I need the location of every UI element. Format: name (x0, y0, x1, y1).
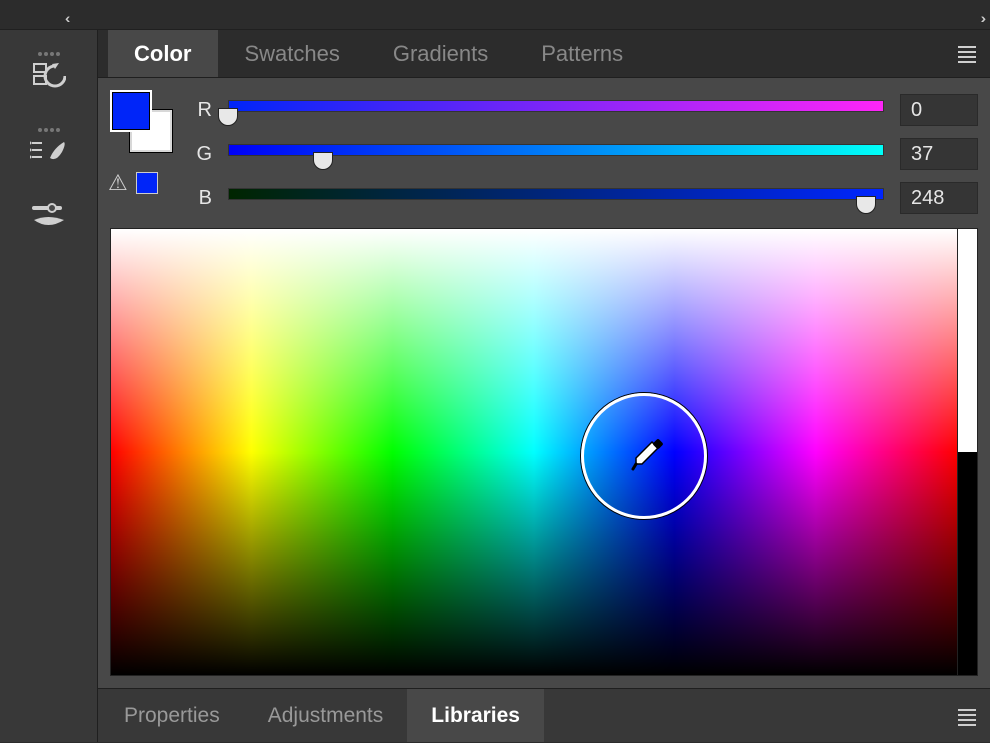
tab-patterns[interactable]: Patterns (515, 30, 650, 77)
channel-b-slider[interactable] (228, 188, 884, 208)
fg-bg-swatches: ⚠ (110, 90, 178, 202)
brightness-strip[interactable] (958, 228, 978, 676)
channel-r-slider[interactable] (228, 100, 884, 120)
panel-menu-icon[interactable] (958, 709, 976, 726)
tab-libraries[interactable]: Libraries (407, 689, 544, 742)
collapse-right-icon[interactable]: ›› (981, 10, 982, 26)
tab-swatches[interactable]: Swatches (218, 30, 366, 77)
channel-b-label: B (192, 187, 212, 210)
channel-g-input[interactable] (900, 138, 978, 170)
channel-b-input[interactable] (900, 182, 978, 214)
tab-adjustments[interactable]: Adjustments (244, 689, 408, 742)
tab-color[interactable]: Color (108, 30, 218, 77)
foreground-color-swatch[interactable] (110, 90, 152, 132)
channel-r-row: R (192, 94, 978, 126)
tab-properties[interactable]: Properties (100, 689, 244, 742)
channel-g-slider[interactable] (228, 144, 884, 164)
tool-column (0, 30, 98, 742)
channel-g-label: G (192, 143, 212, 166)
channel-r-label: R (192, 99, 212, 122)
tab-gradients[interactable]: Gradients (367, 30, 515, 77)
brush-settings-icon[interactable] (30, 202, 68, 230)
panel-top-strip: ‹‹ ›› (0, 0, 990, 30)
history-panel-icon[interactable] (32, 62, 66, 92)
gamut-warning-icon[interactable]: ⚠ (108, 170, 128, 196)
brush-presets-icon[interactable] (30, 138, 68, 166)
collapse-left-icon[interactable]: ‹‹ (65, 10, 66, 26)
grip-dots-icon (38, 52, 60, 56)
panel-menu-icon[interactable] (958, 46, 976, 63)
color-panel: ⚠ R G (98, 78, 990, 688)
upper-tab-bar: Color Swatches Gradients Patterns (98, 30, 990, 78)
eyedropper-cursor-icon (581, 393, 707, 519)
channel-b-row: B (192, 182, 978, 214)
lower-tab-bar: Properties Adjustments Libraries (98, 688, 990, 742)
hue-spectrum[interactable] (110, 228, 958, 676)
gamut-closest-swatch[interactable] (136, 172, 158, 194)
grip-dots-icon (38, 128, 60, 132)
channel-r-input[interactable] (900, 94, 978, 126)
channel-g-row: G (192, 138, 978, 170)
